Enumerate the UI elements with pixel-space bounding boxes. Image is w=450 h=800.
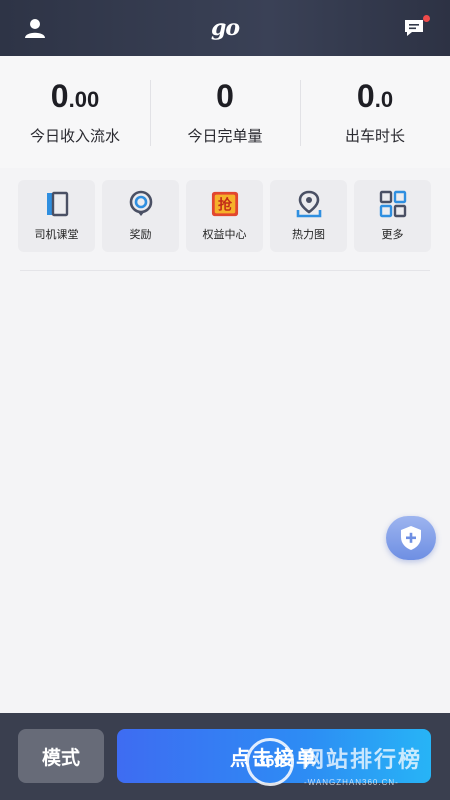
stat-label: 今日完单量	[187, 127, 263, 145]
grid-icon	[379, 190, 407, 218]
profile-button[interactable]	[22, 15, 48, 41]
quick-label: 热力图	[292, 229, 325, 241]
grab-icon: 抢	[211, 190, 239, 218]
stat-value: 0.0	[356, 77, 394, 114]
shield-plus-icon	[401, 526, 421, 550]
app-logo: go	[210, 15, 240, 41]
quick-label: 司机课堂	[34, 229, 79, 241]
mode-button[interactable]: 模式	[18, 729, 104, 783]
quick-actions: 司机课堂 奖励 抢 权益中心 热力图 更多	[18, 180, 432, 252]
section-divider	[20, 270, 430, 271]
stat-label: 今日收入流水	[29, 127, 120, 145]
safety-fab-button[interactable]	[386, 516, 436, 560]
quick-reward[interactable]: 奖励	[102, 180, 179, 252]
quick-heatmap[interactable]: 热力图	[270, 180, 347, 252]
stat-value: 0	[216, 77, 234, 114]
stat-value: 0.00	[50, 77, 100, 114]
top-bar: go	[0, 0, 450, 56]
quick-label: 更多	[381, 229, 404, 241]
stat-orders[interactable]: 0 今日完单量	[150, 56, 300, 168]
reward-icon	[127, 190, 155, 218]
stat-income[interactable]: 0.00 今日收入流水	[0, 56, 150, 168]
quick-benefits-center[interactable]: 抢 权益中心	[186, 180, 263, 252]
quick-driver-class[interactable]: 司机课堂	[18, 180, 95, 252]
user-icon	[25, 19, 45, 38]
accept-orders-button[interactable]: 点击接单	[117, 729, 431, 783]
stat-label: 出车时长	[344, 127, 405, 145]
messages-button[interactable]	[402, 15, 430, 41]
stats-panel: 0.00 今日收入流水 0 今日完单量 0.0 出车时长	[0, 56, 450, 168]
quick-label: 奖励	[129, 229, 152, 241]
map-pin-icon	[295, 190, 323, 218]
quick-more[interactable]: 更多	[354, 180, 431, 252]
quick-label: 权益中心	[202, 229, 247, 241]
notification-dot	[423, 15, 430, 22]
stat-duration[interactable]: 0.0 出车时长	[300, 56, 450, 168]
svg-text:抢: 抢	[218, 197, 233, 214]
bottom-bar: 模式 点击接单	[0, 713, 450, 800]
message-icon	[405, 20, 423, 36]
book-icon	[43, 190, 71, 218]
